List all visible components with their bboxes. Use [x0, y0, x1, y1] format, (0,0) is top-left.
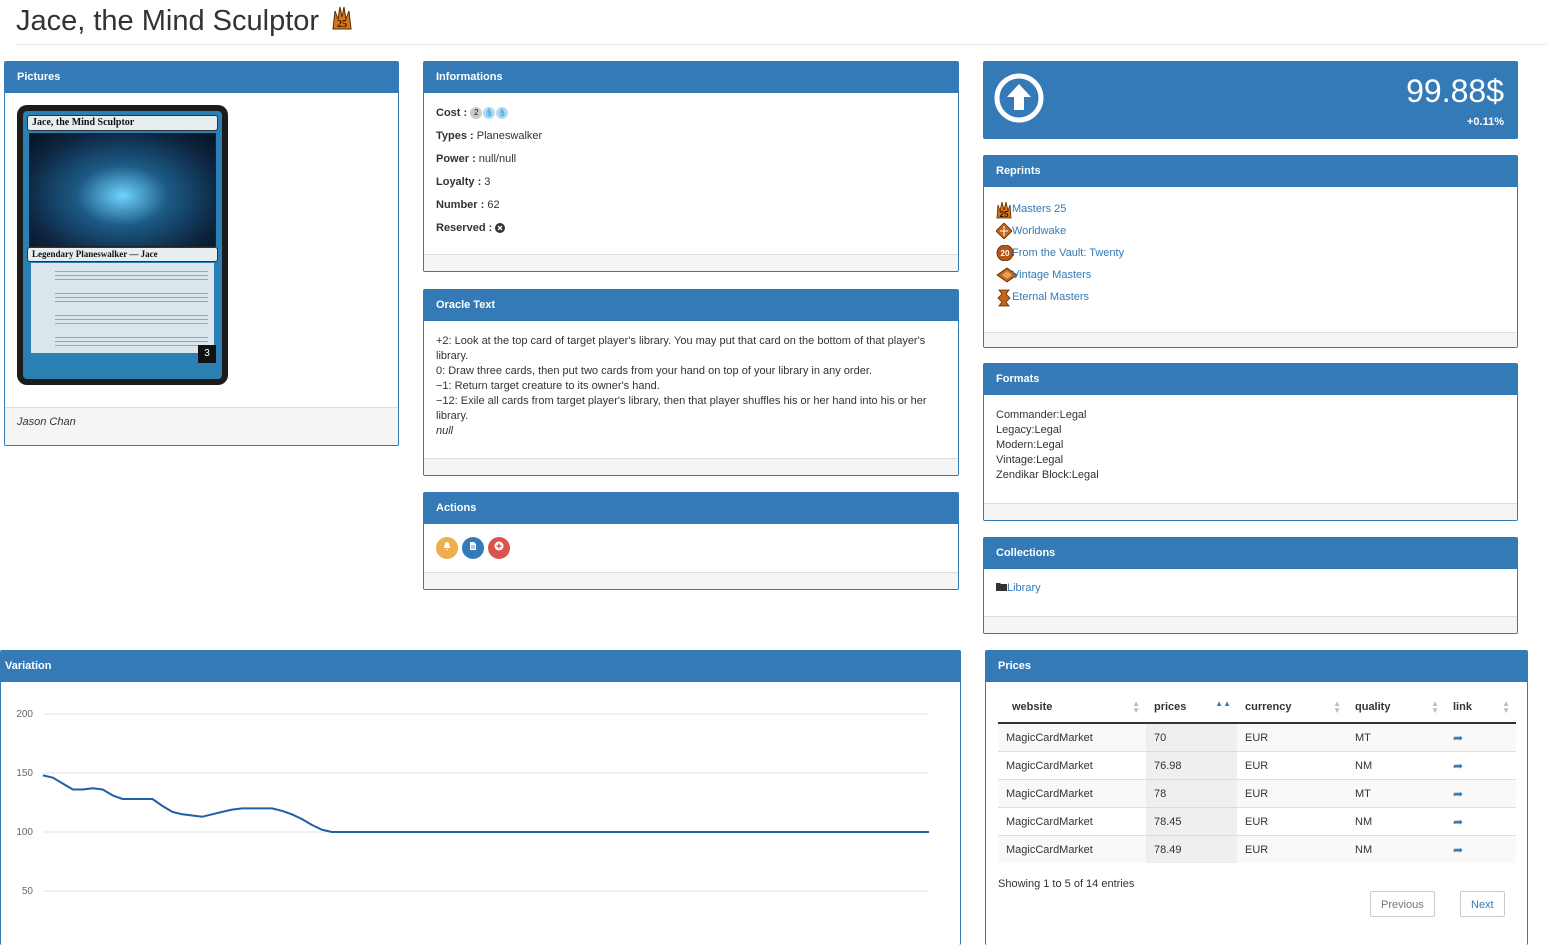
table-row: MagicCardMarket 76.98 EUR NM ➦ [998, 751, 1516, 780]
masters-25-set-icon: 25 [996, 201, 1012, 219]
format-item: Modern:Legal [996, 439, 1064, 451]
plus-circle-icon [494, 541, 504, 554]
external-link-icon[interactable]: ➦ [1453, 787, 1463, 801]
card-artwork [29, 133, 216, 247]
reserved-row: Reserved : [436, 221, 946, 235]
price-delta: +0.11% [1466, 116, 1504, 128]
format-item: Zendikar Block:Legal [996, 469, 1099, 481]
cost-row: Cost : 2 💧 💧 [436, 107, 509, 120]
formats-panel: Formats Commander:Legal Legacy:Legal Mod… [983, 363, 1518, 521]
reprint-item[interactable]: Worldwake [995, 220, 1505, 242]
types-row: Types : Planeswalker [436, 130, 543, 142]
oracle-text: +2: Look at the top card of target playe… [424, 321, 958, 449]
collection-item[interactable]: Library [996, 582, 1505, 594]
next-button[interactable]: Next [1460, 891, 1505, 917]
external-link-icon[interactable]: ➦ [1453, 843, 1463, 857]
bell-icon [442, 542, 452, 554]
price-summary: 99.88$ +0.11% [983, 61, 1518, 139]
reprint-item[interactable]: 25 Masters 25 [996, 198, 1505, 220]
card-type-line: Legendary Planeswalker — Jace [27, 247, 218, 262]
table-row: MagicCardMarket 78.49 EUR NM ➦ [998, 835, 1516, 863]
page-title: Jace, the Mind Sculptor 25 [16, 2, 353, 41]
column-header-currency[interactable]: currency ▲ ▼ [1237, 692, 1347, 724]
table-row: MagicCardMarket 78.45 EUR NM ➦ [998, 807, 1516, 836]
y-tick-label: 200 [16, 709, 33, 720]
flavor-text: null [436, 425, 454, 437]
actions-panel: Actions [423, 492, 959, 590]
format-item: Vintage:Legal [996, 454, 1064, 466]
table-info: Showing 1 to 5 of 14 entries [998, 878, 1135, 890]
y-tick-label: 100 [16, 827, 33, 838]
informations-heading: Informations [424, 62, 958, 93]
file-icon [468, 542, 478, 554]
variation-heading: Variation [1, 651, 960, 682]
mana-blue-icon: 💧 [483, 107, 496, 120]
actions-heading: Actions [424, 493, 958, 524]
card-image: Jace, the Mind Sculptor Legendary Planes… [17, 105, 228, 385]
oracle-heading: Oracle Text [424, 290, 958, 321]
current-price: 99.88$ [1406, 73, 1504, 109]
card-name: Jace, the Mind Sculptor [27, 115, 218, 131]
arrow-up-circle-icon [994, 73, 1044, 123]
price-series-line [42, 774, 929, 833]
pictures-heading: Pictures [5, 62, 398, 93]
from-the-vault-twenty-set-icon: 20 [996, 244, 1014, 262]
column-header-prices[interactable]: prices ▲▲ [1146, 692, 1237, 724]
document-button[interactable] [462, 537, 485, 559]
svg-text:20: 20 [1001, 249, 1010, 258]
power-row: Power : null/null [436, 153, 517, 165]
previous-button[interactable]: Previous [1370, 891, 1435, 917]
column-header-link[interactable]: link ▲ ▼ [1445, 692, 1516, 724]
external-link-icon[interactable]: ➦ [1453, 759, 1463, 773]
svg-text:25: 25 [1000, 210, 1009, 219]
table-row: MagicCardMarket 70 EUR MT ➦ [998, 722, 1516, 752]
number-row: Number : 62 [436, 199, 500, 211]
pictures-panel: Pictures Jace, the Mind Sculptor Legenda… [4, 61, 399, 446]
loyalty-row: Loyalty : 3 [436, 176, 491, 188]
reprints-heading: Reprints [984, 156, 1517, 187]
column-header-website[interactable]: website ▲ ▼ [998, 692, 1146, 724]
remove-circle-icon [495, 222, 506, 234]
y-tick-label: 50 [22, 886, 34, 897]
title-divider [16, 44, 1547, 45]
reprint-item[interactable]: Vintage Masters [996, 264, 1505, 286]
format-item: Legacy:Legal [996, 424, 1062, 436]
format-item: Commander:Legal [996, 409, 1087, 421]
variation-panel: Variation 200 150 100 50 [0, 650, 961, 945]
reprint-item[interactable]: 20 From the Vault: Twenty [996, 242, 1505, 264]
svg-text:25: 25 [337, 19, 347, 30]
reprint-item[interactable]: Eternal Masters [996, 286, 1505, 308]
worldwake-set-icon [995, 222, 1013, 240]
column-header-quality[interactable]: quality ▲ ▼ [1347, 692, 1445, 724]
collections-panel: Collections Library [983, 537, 1518, 634]
oracle-panel: Oracle Text +2: Look at the top card of … [423, 289, 959, 476]
add-to-collection-button[interactable] [488, 537, 511, 559]
prices-table: website ▲ ▼ prices ▲▲ currency ▲ ▼ quality ▲ ▼ … [998, 692, 1516, 863]
vintage-masters-set-icon [996, 267, 1018, 283]
alert-button[interactable] [436, 537, 458, 559]
collections-heading: Collections [984, 538, 1517, 569]
informations-panel: Informations Cost : 2 💧 💧 Types : Planeswa… [423, 61, 959, 272]
masters-25-set-icon: 25 [331, 3, 353, 41]
card-title: Jace, the Mind Sculptor [16, 5, 320, 37]
eternal-masters-set-icon [996, 289, 1012, 307]
table-row: MagicCardMarket 78 EUR MT ➦ [998, 779, 1516, 808]
mana-blue-icon: 💧 [496, 107, 509, 120]
folder-icon [996, 582, 1007, 594]
y-tick-label: 150 [16, 768, 33, 779]
mana-generic-icon: 2 [470, 107, 483, 120]
external-link-icon[interactable]: ➦ [1453, 731, 1463, 745]
artist-name: Jason Chan [5, 407, 398, 445]
formats-heading: Formats [984, 364, 1517, 395]
reprints-panel: Reprints 25 Masters 25 Worldwake 20 From… [983, 155, 1518, 348]
variation-chart: 200 150 100 50 [16, 709, 929, 897]
prices-panel: Prices website ▲ ▼ prices ▲▲ currency ▲ ▼ qua… [985, 650, 1528, 945]
card-rules-box [31, 263, 214, 353]
prices-heading: Prices [986, 651, 1527, 682]
card-loyalty: 3 [198, 345, 216, 363]
external-link-icon[interactable]: ➦ [1453, 815, 1463, 829]
